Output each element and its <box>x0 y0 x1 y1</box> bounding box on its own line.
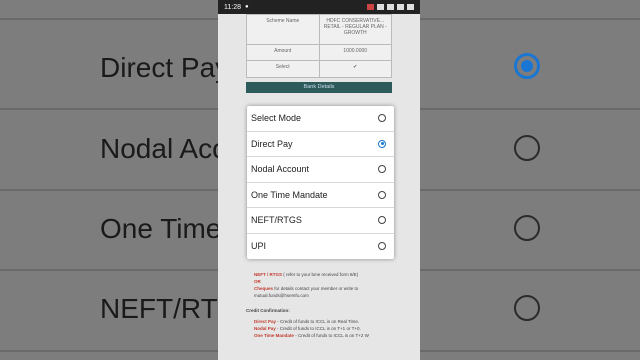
status-icons <box>367 4 414 10</box>
table-row: Amount 1000.0000 <box>247 45 391 61</box>
list-item: One Time Mandate - Credit of funds to IC… <box>246 333 392 340</box>
bg-divider <box>0 18 218 20</box>
option-label: UPI <box>251 241 267 252</box>
table-cell-label: Select <box>275 64 290 70</box>
mute-icon <box>377 4 384 10</box>
instructions-text: NEFT / RTGS ( refer to your bme received… <box>246 272 392 340</box>
credit-heading: Credit Confirmation: <box>246 307 290 313</box>
credit-item-label: One Time Mandate <box>254 332 294 338</box>
radio-icon[interactable] <box>378 165 386 174</box>
bg-divider <box>420 350 640 352</box>
select-mode-dialog: Select Mode Direct Pay Nodal Account One… <box>247 106 394 259</box>
background-left: Direct Pay Nodal Acco One Time NEFT/RTG <box>0 0 218 360</box>
bg-radio-selected-icon <box>514 53 540 79</box>
table-cell-value: 1000.0000 <box>318 45 392 60</box>
bg-divider <box>420 108 640 110</box>
list-item: Direct Pay - Credit of funds to ICCL is … <box>246 319 392 326</box>
neft-label: NEFT / RTGS <box>254 272 282 277</box>
bg-label-one-time: One Time <box>100 213 218 244</box>
list-item: Nodal Pay - Credit of funds to ICCL is o… <box>246 326 392 333</box>
option-label: NEFT/RTGS <box>251 215 302 226</box>
option-direct-pay[interactable]: Direct Pay <box>247 132 394 157</box>
bg-label-nodal: Nodal Acco <box>100 133 218 164</box>
bg-divider <box>0 269 218 271</box>
bg-radio-icon <box>514 135 540 161</box>
credit-item-note: - Credit of funds to ICCL is on T+2 W <box>295 332 369 338</box>
radio-icon[interactable] <box>378 216 386 225</box>
flag-icon <box>367 4 374 10</box>
option-label: Direct Pay <box>251 138 293 149</box>
bg-divider <box>420 269 640 271</box>
option-label: Nodal Account <box>251 164 310 175</box>
list-item: Cheques for details contact your member … <box>246 286 392 300</box>
select-checkbox[interactable]: ✔ <box>318 61 392 77</box>
bg-divider <box>0 189 218 191</box>
bank-details-bar[interactable]: Bank Details <box>246 82 392 93</box>
table-row: Select ✔ <box>247 61 391 77</box>
bg-divider <box>0 350 218 352</box>
neft-note: ( refer to your bme received form 8/E) <box>283 272 359 277</box>
option-one-time-mandate[interactable]: One Time Mandate <box>247 183 394 208</box>
bg-divider <box>420 189 640 191</box>
notification-dot-icon: ● <box>245 4 249 10</box>
credit-item-note: - Credit of funds to ICCL is on T+1 or T… <box>277 325 361 331</box>
bg-label-direct-pay: Direct Pay <box>100 52 218 83</box>
or-text: OR <box>254 278 261 284</box>
radio-icon <box>378 114 386 123</box>
credit-item-label: Direct Pay <box>254 318 277 324</box>
bg-radio-icon <box>514 295 540 321</box>
bg-divider <box>0 108 218 110</box>
radio-icon[interactable] <box>378 190 386 199</box>
dialog-title-row: Select Mode <box>247 106 394 132</box>
credit-item-note: - Credit of funds to ICCL is on Real Tim… <box>277 318 360 324</box>
radio-icon[interactable] <box>378 242 386 251</box>
cheques-label: Cheques <box>254 285 274 291</box>
bg-radio-icon <box>514 215 540 241</box>
background-right <box>420 0 640 360</box>
list-item: NEFT / RTGS ( refer to your bme received… <box>246 272 392 279</box>
table-cell-label: Scheme Name <box>266 18 300 24</box>
bg-divider <box>420 18 640 20</box>
table-cell-value: HDFC CONSERVATIVE... RETAIL - REGULAR PL… <box>318 15 392 44</box>
signal-icon <box>397 4 404 10</box>
table-row: Scheme Name HDFC CONSERVATIVE... RETAIL … <box>247 15 391 45</box>
dialog-title: Select Mode <box>251 113 302 124</box>
battery-icon <box>407 4 414 10</box>
radio-selected-icon[interactable] <box>378 139 386 148</box>
option-label: One Time Mandate <box>251 189 328 200</box>
credit-item-label: Nodal Pay <box>254 325 276 331</box>
option-nodal-account[interactable]: Nodal Account <box>247 157 394 183</box>
bg-label-neft: NEFT/RTG <box>100 293 218 324</box>
status-bar: 11:28 ● <box>218 0 420 14</box>
option-neft-rtgs[interactable]: NEFT/RTGS <box>247 208 394 234</box>
scheme-table: Scheme Name HDFC CONSERVATIVE... RETAIL … <box>246 14 392 78</box>
wifi-icon <box>387 4 394 10</box>
option-upi[interactable]: UPI <box>247 234 394 260</box>
status-time: 11:28 <box>224 3 241 11</box>
table-cell-label: Amount <box>274 48 292 54</box>
